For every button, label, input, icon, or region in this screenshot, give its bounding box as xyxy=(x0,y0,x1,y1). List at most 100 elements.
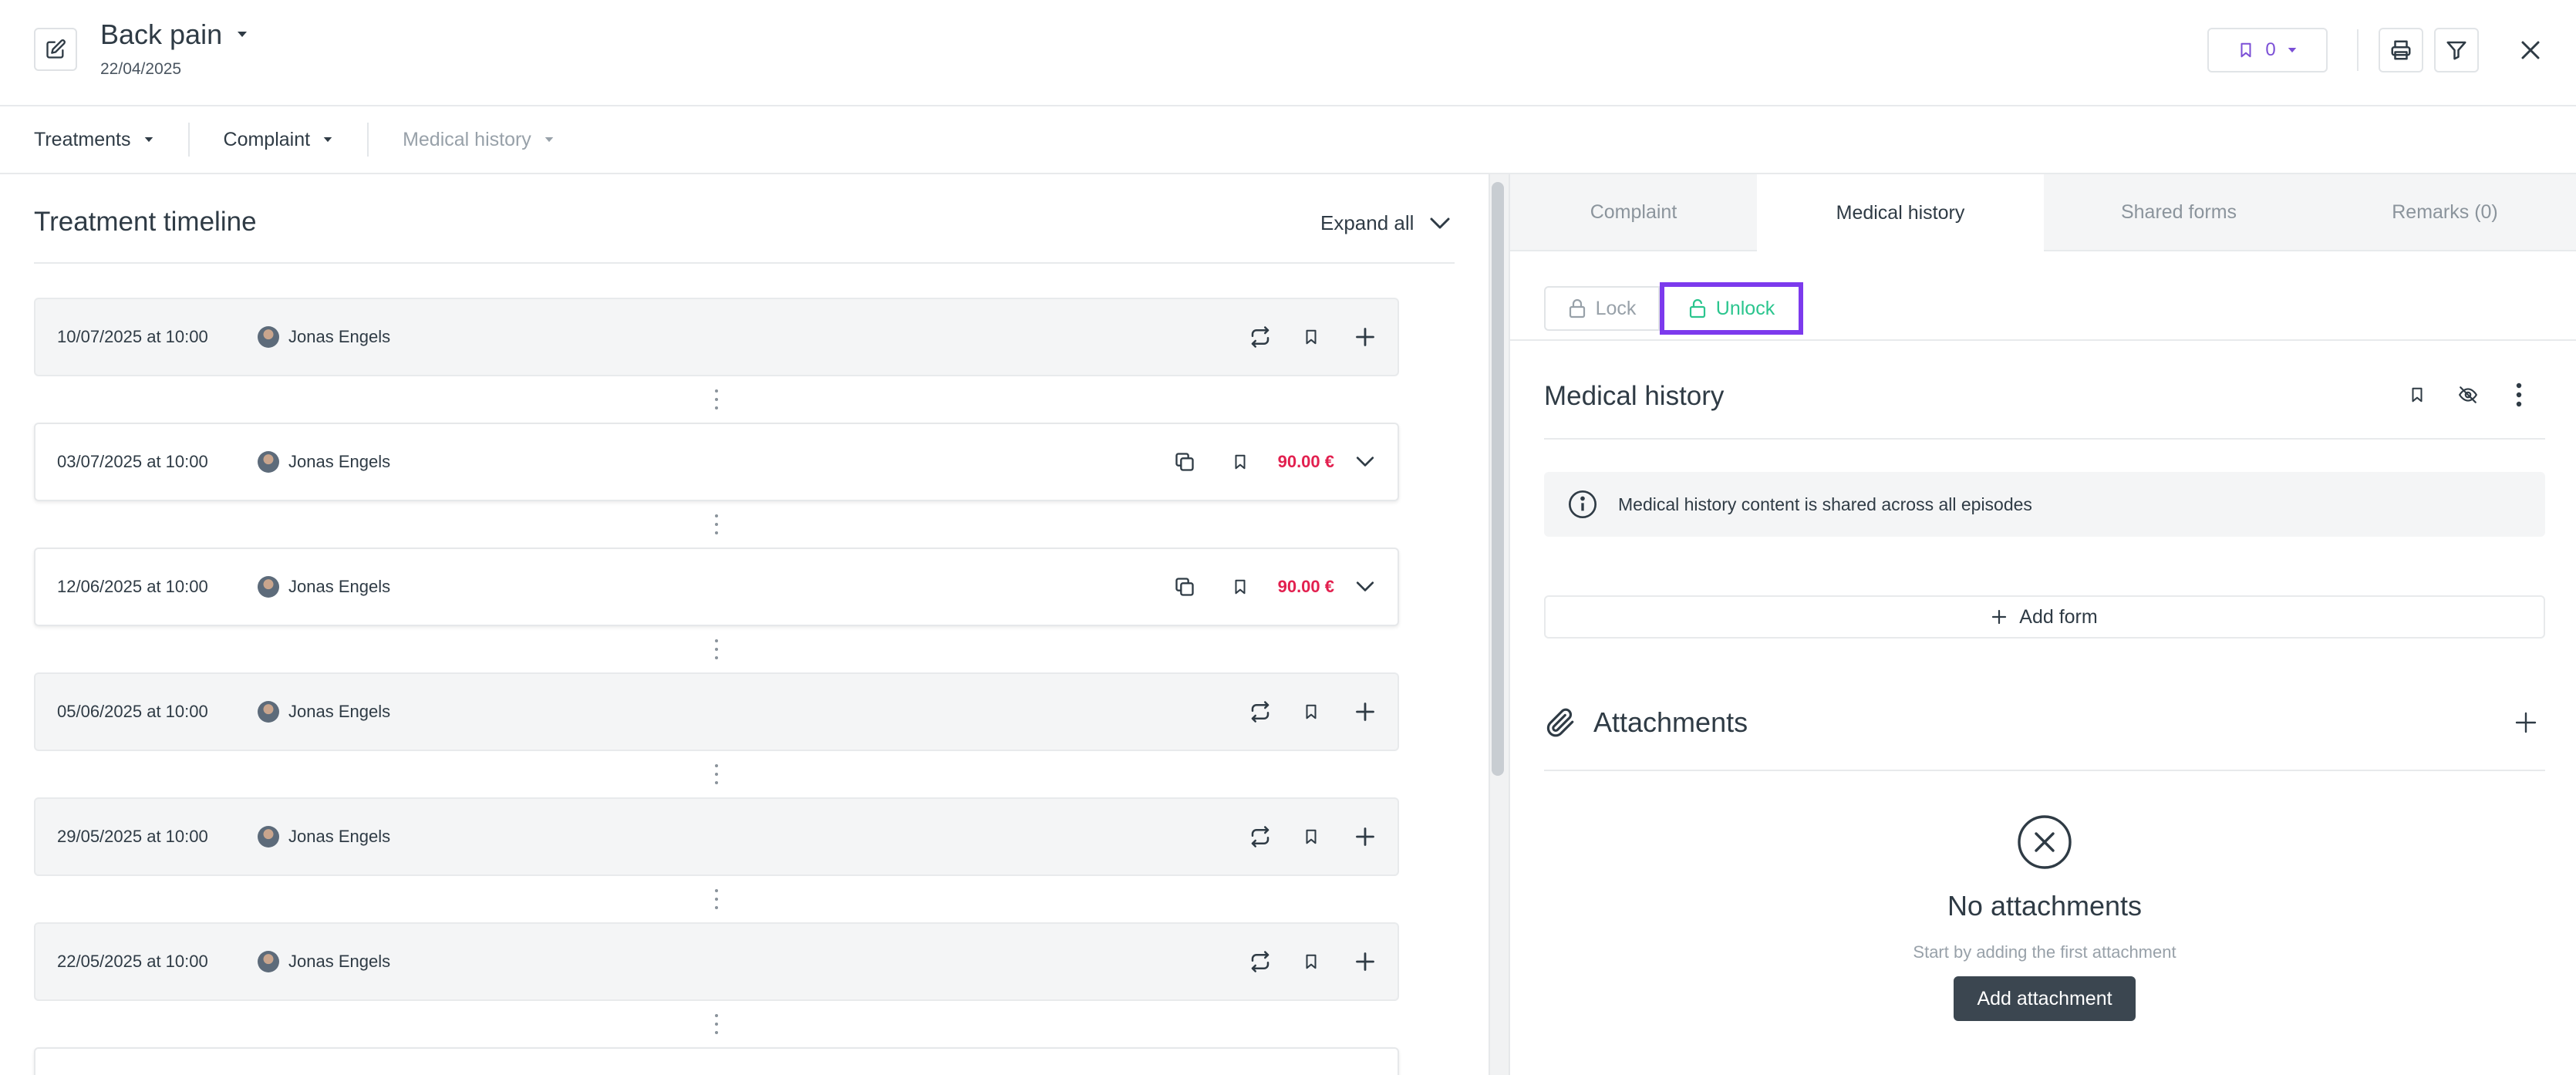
more-vertical-icon xyxy=(2516,382,2522,407)
add-attachment-button[interactable]: Add attachment xyxy=(1954,976,2136,1021)
plus-icon xyxy=(1356,328,1374,346)
add-button[interactable] xyxy=(1348,820,1382,854)
bookmark-icon xyxy=(2241,42,2251,58)
filter-icon xyxy=(2446,41,2466,60)
tab-shared-forms[interactable]: Shared forms xyxy=(2044,174,2314,251)
treatment-price: 90.00 € xyxy=(1277,452,1334,471)
chevron-down-icon xyxy=(1356,457,1374,467)
treatment-row[interactable]: 12/06/2025 at 10:00 Jonas Engels 90.00 € xyxy=(34,548,1399,626)
practitioner: Jonas Engels xyxy=(258,951,390,972)
practitioner: Jonas Engels xyxy=(258,451,390,473)
practitioner: Jonas Engels xyxy=(258,576,390,598)
tab-remarks[interactable]: Remarks (0) xyxy=(2314,174,2576,251)
bookmark-icon xyxy=(1306,829,1317,844)
row-actions xyxy=(1243,799,1382,874)
treatment-timeline-panel: Treatment timeline Expand all 10/07/2025… xyxy=(0,174,1489,1075)
expand-row-button[interactable] xyxy=(1348,445,1382,479)
edit-episode-button[interactable] xyxy=(34,28,77,71)
episode-title: Back pain xyxy=(100,19,223,50)
unlock-button[interactable]: Unlock xyxy=(1660,282,1803,335)
filter-button[interactable] xyxy=(2434,28,2479,72)
attachments-header: Attachments xyxy=(1544,706,2545,739)
bookmark-button[interactable] xyxy=(1223,570,1257,604)
timeline-list: 10/07/2025 at 10:00 Jonas Engels 03/07/202… xyxy=(34,298,1399,1075)
treatment-row[interactable]: 29/05/2025 at 10:00 Jonas Engels xyxy=(34,797,1399,876)
copy-button[interactable] xyxy=(1168,570,1202,604)
complaint-menu[interactable]: Complaint xyxy=(190,106,368,173)
add-button[interactable] xyxy=(1348,320,1382,354)
avatar xyxy=(258,326,279,348)
timeline-connector xyxy=(34,751,1399,797)
treatment-row[interactable]: 22/05/2025 at 10:00 Jonas Engels xyxy=(34,922,1399,1001)
expand-row-button[interactable] xyxy=(1348,570,1382,604)
lock-label: Lock xyxy=(1595,297,1637,319)
expand-all-label: Expand all xyxy=(1320,211,1414,234)
episode-title-dropdown[interactable]: Back pain xyxy=(100,19,248,51)
connector-dots xyxy=(715,639,718,659)
bookmark-button[interactable] xyxy=(1294,695,1328,729)
plus-icon xyxy=(1992,609,2007,625)
plus-icon xyxy=(1356,827,1374,846)
medical-history-panel: Complaint Medical history Shared forms R… xyxy=(1510,174,2576,1075)
section-divider xyxy=(1544,770,2545,771)
timeline-connector xyxy=(34,501,1399,548)
treatment-date: 12/06/2025 at 10:00 xyxy=(57,577,208,596)
hide-button[interactable] xyxy=(2451,378,2485,412)
bookmark-button[interactable] xyxy=(1294,320,1328,354)
repeat-button[interactable] xyxy=(1243,320,1277,354)
bookmark-button[interactable] xyxy=(1294,945,1328,979)
tab-complaint[interactable]: Complaint xyxy=(1510,174,1757,251)
repeat-button[interactable] xyxy=(1243,820,1277,854)
repeat-icon xyxy=(1251,951,1269,972)
bookmark-count-dropdown[interactable]: 0 xyxy=(2207,28,2328,72)
add-attachment-plus-button[interactable] xyxy=(2514,706,2537,739)
expand-all-button[interactable]: Expand all xyxy=(1320,211,1451,235)
repeat-icon xyxy=(1251,826,1269,848)
info-banner: Medical history content is shared across… xyxy=(1544,472,2545,537)
info-text: Medical history content is shared across… xyxy=(1618,494,2032,514)
plus-icon xyxy=(1356,952,1374,971)
print-button[interactable] xyxy=(2379,28,2423,72)
treatment-row[interactable]: 03/07/2025 at 10:00 Jonas Engels 90.00 € xyxy=(34,423,1399,501)
treatment-date: 10/07/2025 at 10:00 xyxy=(57,327,208,346)
plus-icon xyxy=(2515,712,2537,733)
close-button[interactable] xyxy=(2508,28,2553,72)
bookmark-icon xyxy=(1306,704,1317,719)
medical-history-menu-label: Medical history xyxy=(403,128,531,150)
bookmark-button[interactable] xyxy=(1223,445,1257,479)
sub-navigation: Treatments Complaint Medical history xyxy=(0,106,2576,174)
info-icon xyxy=(1569,490,1597,518)
attachments-title: Attachments xyxy=(1593,706,1748,738)
section-divider xyxy=(1544,438,2545,440)
practitioner-name: Jonas Engels xyxy=(288,952,391,971)
add-button[interactable] xyxy=(1348,695,1382,729)
copy-button[interactable] xyxy=(1168,445,1202,479)
panel-divider xyxy=(1510,339,2576,341)
repeat-button[interactable] xyxy=(1243,695,1277,729)
bookmark-icon xyxy=(1235,454,1246,470)
practitioner-name: Jonas Engels xyxy=(288,827,391,846)
treatment-row[interactable]: 10/07/2025 at 10:00 Jonas Engels xyxy=(34,298,1399,376)
timeline-connector xyxy=(34,1001,1399,1047)
add-form-button[interactable]: Add form xyxy=(1544,595,2545,639)
complaint-menu-label: Complaint xyxy=(223,128,311,150)
timeline-scrollbar-thumb[interactable] xyxy=(1492,182,1504,776)
treatments-menu[interactable]: Treatments xyxy=(0,106,188,173)
repeat-button[interactable] xyxy=(1243,945,1277,979)
more-options-button[interactable] xyxy=(2502,378,2536,412)
bookmark-button[interactable] xyxy=(2400,378,2434,412)
header-divider xyxy=(2357,29,2359,71)
eye-off-icon xyxy=(2458,386,2478,403)
lock-button[interactable]: Lock xyxy=(1544,286,1660,331)
connector-dots xyxy=(715,889,718,909)
medical-history-title: Medical history xyxy=(1544,381,1725,411)
unlock-label: Unlock xyxy=(1715,297,1775,319)
treatment-row[interactable]: 05/06/2025 at 10:00 Jonas Engels xyxy=(34,672,1399,751)
bookmark-button[interactable] xyxy=(1294,820,1328,854)
treatment-row[interactable] xyxy=(34,1047,1399,1075)
add-button[interactable] xyxy=(1348,945,1382,979)
medical-history-menu[interactable]: Medical history xyxy=(369,106,588,173)
tab-medical-history[interactable]: Medical history xyxy=(1757,174,2044,251)
row-actions xyxy=(1243,924,1382,999)
episode-title-block: Back pain 22/04/2025 xyxy=(100,19,248,79)
